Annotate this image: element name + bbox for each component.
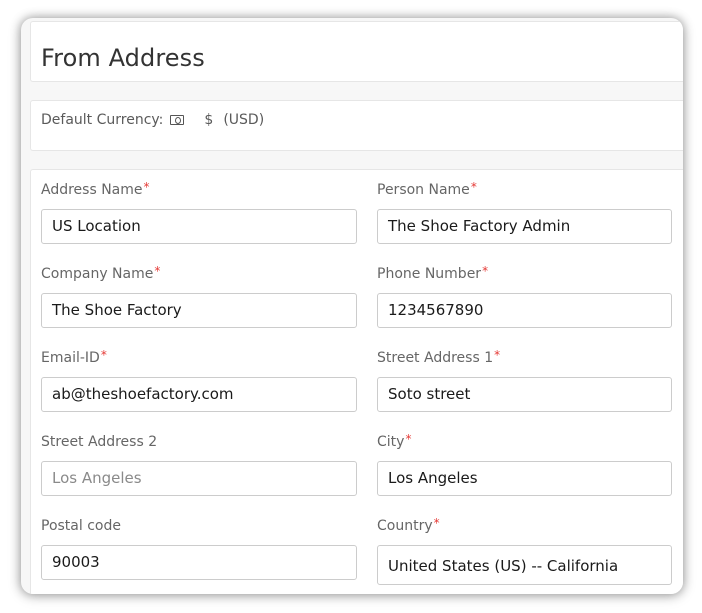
person-name-field: Person Name* The Shoe Factory Admin — [377, 180, 672, 244]
postal-code-field: Postal code 90003 — [41, 517, 357, 580]
title-panel: From Address — [30, 21, 683, 82]
person-name-input[interactable]: The Shoe Factory Admin — [377, 209, 672, 244]
phone-number-label: Phone Number — [377, 266, 482, 282]
postal-code-input[interactable]: 90003 — [41, 545, 357, 580]
address-name-input[interactable]: US Location — [41, 209, 357, 244]
currency-panel: Default Currency: $ (USD) — [30, 100, 683, 151]
content-area: From Address Default Currency: $ (USD) A… — [30, 21, 683, 594]
email-id-input[interactable]: ab@theshoefactory.com — [41, 377, 357, 412]
default-currency-row: Default Currency: $ (USD) — [41, 112, 264, 128]
postal-code-label: Postal code — [41, 518, 121, 534]
street-address-1-field: Street Address 1* Soto street — [377, 348, 672, 412]
required-marker: * — [154, 264, 161, 278]
city-label: City — [377, 434, 405, 450]
company-name-field: Company Name* The Shoe Factory — [41, 264, 357, 328]
required-marker: * — [100, 348, 107, 362]
street-address-2-input[interactable]: Los Angeles — [41, 461, 357, 496]
currency-symbol: $ — [204, 112, 214, 128]
company-name-label: Company Name — [41, 266, 154, 282]
street-address-1-input[interactable]: Soto street — [377, 377, 672, 412]
street-address-2-label: Street Address 2 — [41, 434, 158, 450]
country-label: Country — [377, 518, 433, 534]
from-address-window: From Address Default Currency: $ (USD) A… — [21, 18, 683, 594]
email-id-field: Email-ID* ab@theshoefactory.com — [41, 348, 357, 412]
person-name-label: Person Name — [377, 182, 470, 198]
city-field: City* Los Angeles — [377, 432, 672, 496]
company-name-input[interactable]: The Shoe Factory — [41, 293, 357, 328]
required-marker: * — [433, 516, 440, 530]
country-select[interactable]: United States (US) -- California — [377, 545, 672, 585]
street-address-2-field: Street Address 2 Los Angeles — [41, 433, 357, 496]
address-form: Address Name* US Location Person Name* T… — [30, 169, 683, 594]
phone-number-field: Phone Number* 1234567890 — [377, 264, 672, 328]
country-field: Country* United States (US) -- Californi… — [377, 516, 672, 585]
address-name-field: Address Name* US Location — [41, 180, 357, 244]
required-marker: * — [470, 180, 477, 194]
money-icon — [170, 115, 185, 125]
required-marker: * — [405, 432, 412, 446]
currency-code: (USD) — [223, 112, 265, 128]
street-address-1-label: Street Address 1 — [377, 350, 494, 366]
required-marker: * — [482, 264, 489, 278]
phone-number-input[interactable]: 1234567890 — [377, 293, 672, 328]
city-input[interactable]: Los Angeles — [377, 461, 672, 496]
required-marker: * — [143, 180, 150, 194]
address-name-label: Address Name — [41, 182, 143, 198]
required-marker: * — [494, 348, 501, 362]
email-id-label: Email-ID — [41, 350, 100, 366]
page-title: From Address — [41, 44, 205, 72]
currency-label: Default Currency: — [41, 112, 164, 128]
